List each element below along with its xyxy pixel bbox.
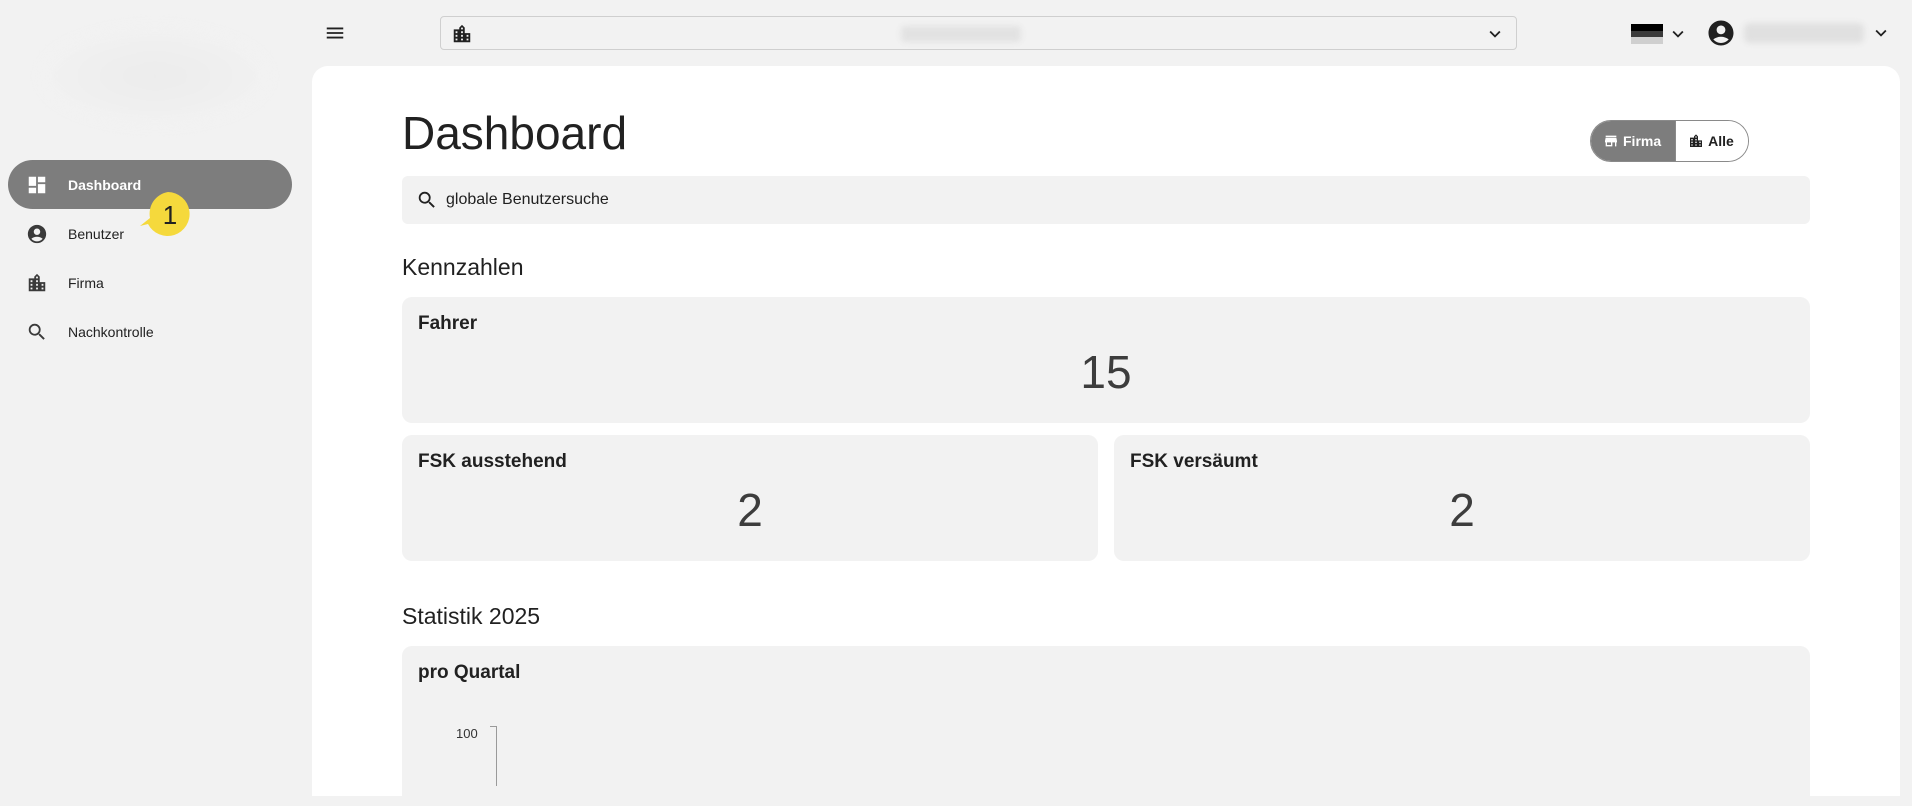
chart-card-pro-quartal: pro Quartal 100 (402, 646, 1810, 806)
germany-flag-icon (1631, 24, 1663, 45)
section-title-statistik: Statistik 2025 (402, 603, 541, 629)
store-icon (1605, 135, 1617, 147)
hamburger-menu-icon[interactable] (320, 18, 350, 48)
sidebar: Dashboard Benutzer Firma Nachkontrolle 1 (0, 0, 312, 778)
chevron-down-icon (1672, 30, 1684, 38)
sidebar-item-label: Benutzer (68, 225, 125, 242)
sidebar-item-nachkontrolle[interactable]: Nachkontrolle (8, 307, 292, 356)
badge-number: 1 (162, 199, 178, 230)
chart-title: pro Quartal (418, 662, 521, 683)
kpi-value: 2 (1449, 484, 1475, 536)
building-icon (26, 272, 48, 294)
company-logo (40, 26, 270, 126)
search-icon (418, 191, 435, 208)
language-selector[interactable] (1631, 20, 1701, 48)
kpi-value: 2 (737, 484, 763, 536)
kpi-value: 15 (1080, 346, 1132, 398)
dashboard-icon (26, 174, 48, 196)
search-input[interactable] (446, 191, 1746, 209)
toggle-alle[interactable]: Alle (1676, 121, 1748, 161)
tenant-select[interactable] (440, 16, 1517, 50)
kpi-label: Fahrer (418, 313, 478, 334)
y-axis-tick-label: 100 (456, 726, 478, 741)
sidebar-item-label: Nachkontrolle (68, 323, 154, 340)
kpi-card-fahrer[interactable]: Fahrer 15 (402, 297, 1810, 423)
account-circle-icon (26, 223, 48, 245)
building-icon (453, 24, 471, 43)
sidebar-item-firma[interactable]: Firma (8, 258, 292, 307)
user-menu[interactable] (1706, 16, 1906, 50)
toggle-firma[interactable]: Firma (1591, 121, 1676, 161)
chevron-down-icon (1489, 30, 1501, 38)
page-title: Dashboard (402, 107, 628, 159)
tenant-select-value-blurred (901, 26, 1021, 42)
toggle-firma-label: Firma (1623, 133, 1662, 149)
kpi-label: FSK ausstehend (418, 451, 567, 472)
main-panel: Dashboard Firma Alle Kennzahlen Fahrer 1… (312, 66, 1900, 806)
chevron-down-icon (1875, 29, 1887, 37)
account-circle-icon (1708, 20, 1734, 46)
sidebar-item-label: Dashboard (68, 176, 142, 193)
kpi-card-fsk-ausstehend[interactable]: FSK ausstehend 2 (402, 435, 1098, 561)
building-icon (1690, 134, 1703, 147)
user-name-blurred (1744, 23, 1864, 43)
search-icon (26, 321, 48, 343)
sidebar-item-label: Firma (68, 274, 104, 291)
tutorial-step-badge: 1 (140, 190, 192, 240)
scope-toggle: Firma Alle (1590, 120, 1749, 162)
kpi-card-fsk-versaeumt[interactable]: FSK versäumt 2 (1114, 435, 1810, 561)
top-bar (312, 0, 1912, 66)
y-axis-line (496, 726, 497, 786)
toggle-alle-label: Alle (1708, 133, 1734, 149)
global-user-search (402, 176, 1810, 224)
kpi-label: FSK versäumt (1130, 451, 1258, 472)
section-title-kennzahlen: Kennzahlen (402, 254, 524, 280)
